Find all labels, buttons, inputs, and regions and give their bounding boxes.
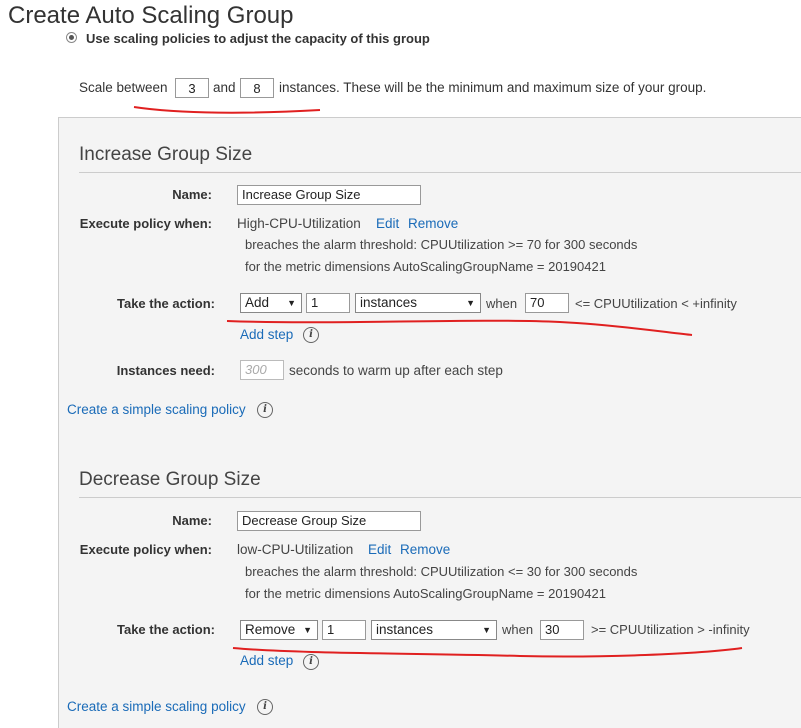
min-size-input[interactable]: 3 (175, 78, 209, 98)
increase-section-divider (79, 172, 801, 173)
decrease-alarm-name: low-CPU-Utilization (237, 542, 354, 557)
increase-when-label: when (486, 296, 518, 311)
decrease-alarm-dimensions: for the metric dimensions AutoScalingGro… (245, 586, 606, 601)
increase-action-select[interactable]: Add ▼ (240, 293, 302, 313)
increase-simple-policy-link[interactable]: Create a simple scaling policy (67, 402, 246, 417)
chevron-down-icon: ▼ (482, 625, 491, 635)
info-icon[interactable]: i (303, 327, 319, 343)
decrease-section-title: Decrease Group Size (79, 469, 261, 490)
increase-edit-link[interactable]: Edit (376, 216, 399, 231)
decrease-action-label: Take the action: (116, 622, 215, 637)
increase-alarm-threshold: breaches the alarm threshold: CPUUtiliza… (245, 237, 638, 252)
decrease-action-select[interactable]: Remove ▼ (240, 620, 318, 640)
increase-execute-label: Execute policy when: (79, 216, 212, 231)
increase-alarm-name: High-CPU-Utilization (237, 216, 361, 231)
increase-count-input[interactable]: 1 (306, 293, 350, 313)
warmup-suffix: seconds to warm up after each step (289, 363, 503, 378)
increase-action-select-value: Add (245, 295, 270, 310)
page-title: Create Auto Scaling Group (8, 2, 294, 29)
decrease-when-label: when (502, 622, 534, 637)
decrease-threshold-input[interactable]: 30 (540, 620, 584, 640)
warmup-input[interactable]: 300 (240, 360, 284, 380)
increase-unit-select[interactable]: instances ▼ (355, 293, 481, 313)
increase-remove-link[interactable]: Remove (408, 216, 458, 231)
decrease-unit-select-value: instances (376, 622, 434, 637)
increase-add-step-link[interactable]: Add step (240, 327, 293, 342)
max-size-input[interactable]: 8 (240, 78, 274, 98)
scaling-policy-radio[interactable] (66, 32, 77, 43)
info-icon[interactable]: i (257, 699, 273, 715)
decrease-name-label: Name: (172, 513, 212, 528)
decrease-name-input[interactable]: Decrease Group Size (237, 511, 421, 531)
decrease-alarm-threshold: breaches the alarm threshold: CPUUtiliza… (245, 564, 638, 579)
increase-action-label: Take the action: (116, 296, 215, 311)
decrease-unit-select[interactable]: instances ▼ (371, 620, 497, 640)
scale-between-label: Scale between (79, 80, 168, 95)
decrease-action-select-value: Remove (245, 622, 296, 637)
scaling-policy-radio-label: Use scaling policies to adjust the capac… (86, 31, 430, 46)
increase-section-title: Increase Group Size (79, 144, 253, 165)
decrease-count-input[interactable]: 1 (322, 620, 366, 640)
decrease-execute-label: Execute policy when: (79, 542, 212, 557)
warmup-label: Instances need: (116, 363, 215, 378)
increase-name-label: Name: (172, 187, 212, 202)
decrease-simple-policy-link[interactable]: Create a simple scaling policy (67, 699, 246, 714)
decrease-section-divider (79, 497, 801, 498)
increase-alarm-dimensions: for the metric dimensions AutoScalingGro… (245, 259, 606, 274)
chevron-down-icon: ▼ (287, 298, 296, 308)
decrease-remove-link[interactable]: Remove (400, 542, 450, 557)
increase-condition-text: <= CPUUtilization < +infinity (575, 296, 737, 311)
chevron-down-icon: ▼ (466, 298, 475, 308)
scale-range-description: instances. These will be the minimum and… (279, 80, 707, 95)
decrease-condition-text: >= CPUUtilization > -infinity (591, 622, 750, 637)
increase-threshold-input[interactable]: 70 (525, 293, 569, 313)
decrease-add-step-link[interactable]: Add step (240, 653, 293, 668)
increase-name-input[interactable]: Increase Group Size (237, 185, 421, 205)
decrease-edit-link[interactable]: Edit (368, 542, 391, 557)
info-icon[interactable]: i (303, 654, 319, 670)
annotation-underline-scale (133, 106, 321, 114)
and-label: and (213, 80, 236, 95)
chevron-down-icon: ▼ (303, 625, 312, 635)
info-icon[interactable]: i (257, 402, 273, 418)
increase-unit-select-value: instances (360, 295, 418, 310)
